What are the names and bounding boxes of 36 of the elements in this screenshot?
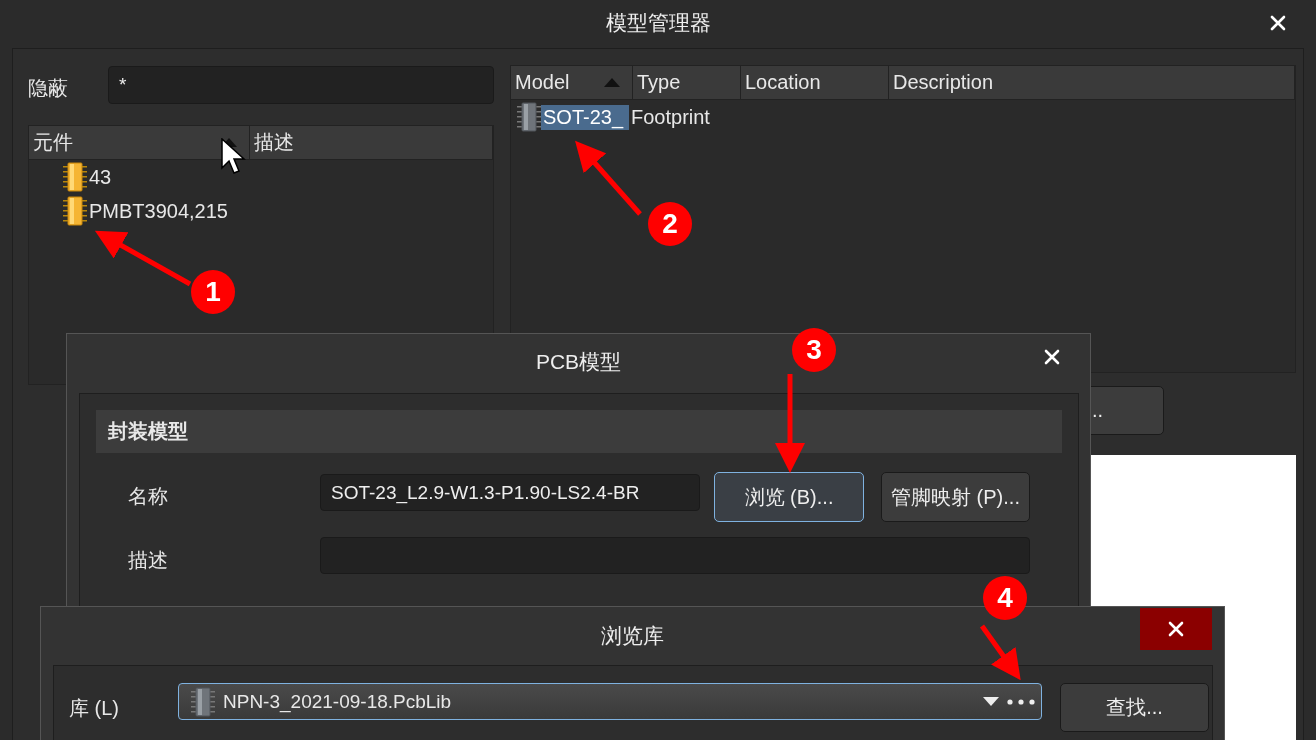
close-icon[interactable] (1044, 349, 1060, 365)
browse-button[interactable]: 浏览 (B)... (714, 472, 864, 522)
description-label: 描述 (128, 548, 168, 573)
library-label: 库 (L) (69, 696, 119, 721)
column-header[interactable]: Location (741, 66, 889, 99)
close-button[interactable] (1140, 608, 1212, 650)
pin-map-button[interactable]: 管脚映射 (P)... (881, 472, 1030, 522)
column-header[interactable]: 描述 (250, 126, 493, 159)
dropdown-arrow-icon (983, 697, 999, 706)
close-icon[interactable] (1270, 15, 1286, 31)
component-name[interactable]: PMBT3904,215 (87, 198, 230, 224)
sort-arrow-icon (604, 78, 620, 87)
chip-icon (63, 162, 87, 192)
filter-field[interactable]: * (108, 66, 494, 104)
annotation-arrow (979, 624, 1021, 681)
component-name[interactable]: 43 (87, 164, 114, 190)
cursor-icon (221, 138, 247, 176)
column-header[interactable]: Description (889, 66, 1295, 99)
window-title: 模型管理器 (605, 10, 711, 36)
filter-label: 隐蔽 (28, 76, 68, 101)
chip-icon (191, 686, 215, 717)
name-field[interactable]: SOT-23_L2.9-W1.3-P1.90-LS2.4-BR (320, 474, 700, 511)
column-header[interactable]: Model (511, 66, 633, 99)
model-type: Footprint (630, 104, 711, 130)
dialog-title: 浏览库 (601, 623, 664, 649)
close-icon (1168, 621, 1184, 637)
find-button[interactable]: 查找... (1060, 683, 1209, 732)
more-icon[interactable] (1007, 698, 1035, 705)
chip-icon (517, 102, 541, 132)
name-label: 名称 (128, 484, 168, 509)
library-dropdown[interactable]: NPN-3_2021-09-18.PcbLib (178, 683, 1042, 720)
model-name[interactable]: SOT-23_ (541, 104, 629, 130)
column-header[interactable]: Type (633, 66, 741, 99)
section-header: 封装模型 (96, 410, 1062, 453)
dialog-title: PCB模型 (535, 349, 622, 375)
chip-icon (63, 196, 87, 226)
